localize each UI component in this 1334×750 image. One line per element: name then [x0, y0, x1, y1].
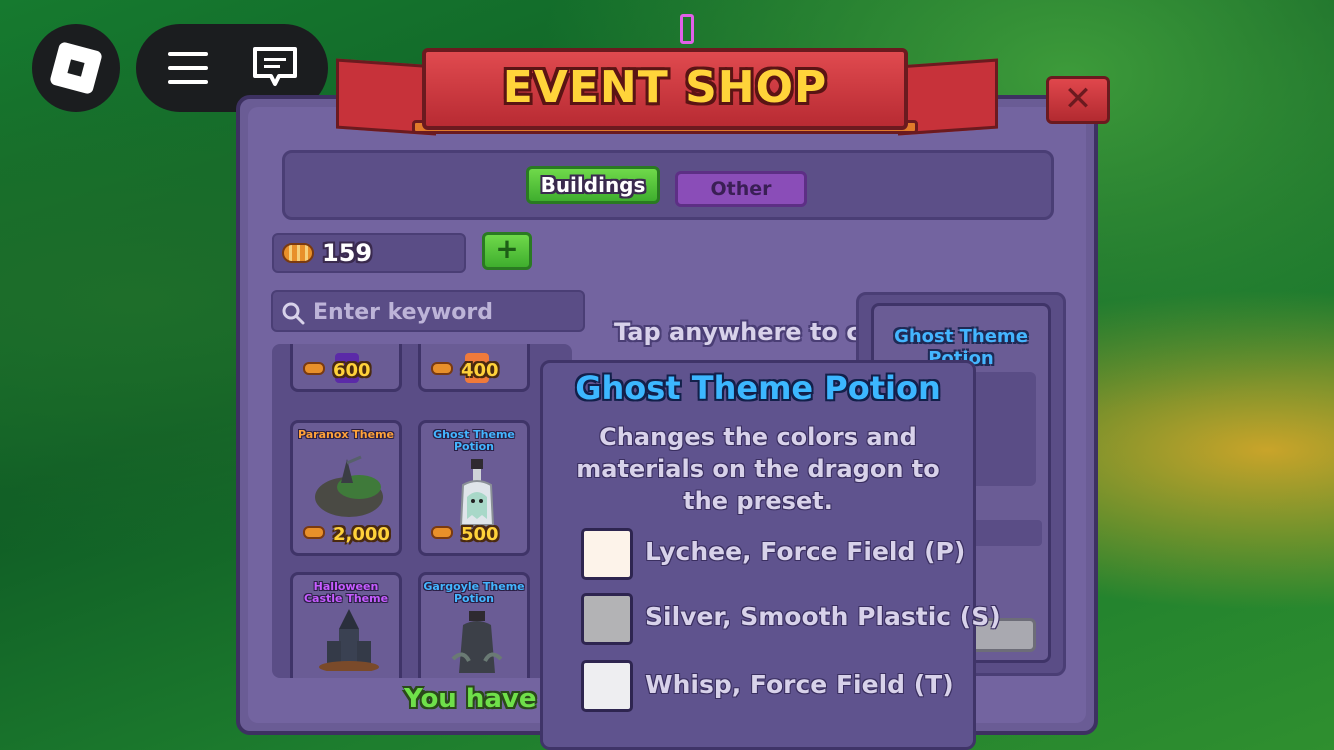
balance-footer-text: You have: [404, 684, 537, 714]
potion-bottle-icon: [451, 611, 503, 673]
item-card-ghost-theme-potion[interactable]: Ghost Theme Potion 500: [418, 420, 530, 556]
item-tooltip: Ghost Theme Potion Changes the colors an…: [540, 360, 1001, 750]
tab-other[interactable]: Other: [675, 171, 807, 207]
tooltip-title: Ghost Theme Potion: [575, 369, 941, 407]
tabs-bar: [282, 150, 1054, 220]
color-label-primary: Lychee, Force Field (P): [645, 537, 966, 566]
chat-icon[interactable]: [252, 46, 298, 88]
color-label-secondary: Silver, Smooth Plastic (S): [645, 602, 1001, 631]
item-price: 400: [461, 360, 499, 381]
color-label-tertiary: Whisp, Force Field (T): [645, 670, 954, 699]
item-image: [315, 455, 383, 517]
shop-title: EVENT SHOP: [502, 62, 828, 113]
search-icon: [282, 302, 305, 325]
item-title: Ghost Theme Potion: [433, 428, 515, 453]
item-card[interactable]: 400: [418, 344, 530, 392]
item-title: Gargoyle Theme Potion: [423, 580, 525, 605]
color-swatch-tertiary: [581, 660, 633, 712]
color-swatch-secondary: [581, 593, 633, 645]
currency-amount: 159: [322, 239, 373, 267]
item-title: Paranox Theme: [297, 428, 395, 441]
item-card-gargoyle-theme-potion[interactable]: Gargoyle Theme Potion: [418, 572, 530, 678]
item-grid[interactable]: 600 400 Paranox Theme 2,000 Ghost Theme …: [272, 344, 572, 678]
item-image: [319, 609, 379, 671]
candy-icon: [303, 362, 325, 375]
shop-title-banner: EVENT SHOP: [422, 48, 908, 130]
item-price: 500: [461, 524, 499, 545]
candy-icon: [431, 526, 453, 539]
currency-display: 159: [272, 233, 466, 273]
tooltip-description: Changes the colors and materials on the …: [576, 423, 940, 515]
color-swatch-primary: [581, 528, 633, 580]
close-button[interactable]: ✕: [1046, 76, 1110, 124]
potion-bottle-icon: [459, 459, 495, 526]
marker-icon: [680, 14, 694, 44]
item-title: Halloween Castle Theme: [303, 580, 389, 605]
search-input[interactable]: [311, 296, 575, 328]
roblox-menu-button[interactable]: [32, 24, 120, 112]
roblox-logo-icon: [49, 41, 103, 95]
add-currency-button[interactable]: +: [482, 232, 532, 270]
tab-buildings[interactable]: Buildings: [526, 166, 660, 204]
item-card-halloween-castle-theme[interactable]: Halloween Castle Theme: [290, 572, 402, 678]
item-card[interactable]: 600: [290, 344, 402, 392]
search-box: [271, 290, 585, 332]
item-price: 600: [333, 360, 371, 381]
candy-icon: [282, 243, 314, 263]
item-card-paranox-theme[interactable]: Paranox Theme 2,000: [290, 420, 402, 556]
candy-icon: [303, 526, 325, 539]
item-price: 2,000: [333, 524, 390, 545]
hamburger-menu-icon[interactable]: [168, 52, 208, 84]
candy-icon: [431, 362, 453, 375]
